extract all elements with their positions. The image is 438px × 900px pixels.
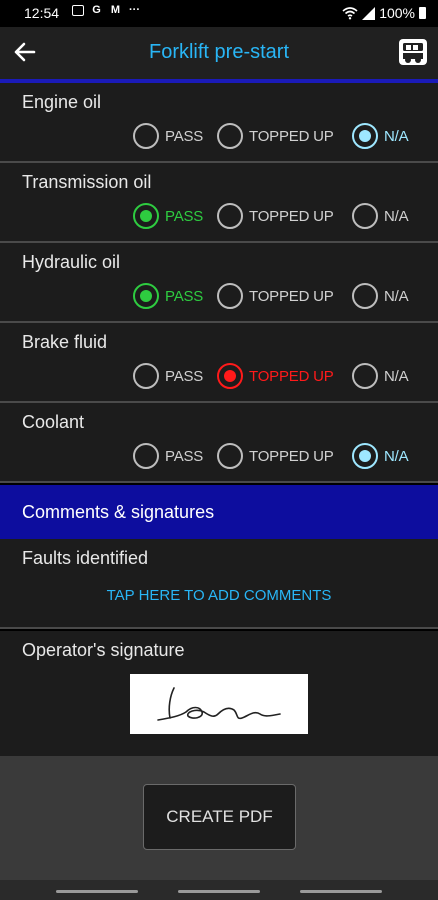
- radio-circle-icon: [217, 203, 243, 229]
- radio-circle-icon: [217, 443, 243, 469]
- radio-label: TOPPED UP: [249, 447, 334, 465]
- checklist-item-brake-fluid: Brake fluid PASS TOPPED UP N/A: [0, 323, 438, 403]
- radio-label: TOPPED UP: [249, 127, 334, 145]
- checklist-item-coolant: Coolant PASS TOPPED UP N/A: [0, 403, 438, 483]
- radio-circle-icon: [352, 283, 378, 309]
- status-right: 100%: [342, 5, 426, 21]
- radio-topped-up[interactable]: TOPPED UP: [217, 443, 334, 469]
- radio-na[interactable]: N/A: [352, 283, 409, 309]
- radio-circle-icon: [133, 203, 159, 229]
- app-bar: Forklift pre-start: [0, 27, 438, 79]
- item-label: Hydraulic oil: [22, 252, 121, 272]
- nav-recents-handle[interactable]: [56, 890, 138, 893]
- radio-label: TOPPED UP: [249, 287, 334, 305]
- radio-label: N/A: [384, 447, 409, 465]
- item-label: Transmission oil: [22, 172, 152, 192]
- radio-label: N/A: [384, 367, 409, 385]
- radio-label: PASS: [165, 367, 204, 385]
- radio-circle-icon: [352, 363, 378, 389]
- m-icon: M: [110, 4, 121, 16]
- forklift-icon: [399, 39, 427, 65]
- checklist: Engine oil PASS TOPPED UP N/A Transmissi…: [0, 83, 438, 483]
- clock: 12:54: [24, 5, 60, 21]
- battery-icon: [419, 7, 426, 19]
- radio-circle-icon: [217, 283, 243, 309]
- signature-label: Operator's signature: [22, 640, 185, 660]
- radio-circle-icon: [133, 123, 159, 149]
- signature-pad[interactable]: [130, 674, 308, 734]
- radio-label: TOPPED UP: [249, 207, 334, 225]
- checklist-item-transmission-oil: Transmission oil PASS TOPPED UP N/A: [0, 163, 438, 243]
- radio-pass[interactable]: PASS: [133, 283, 203, 309]
- radio-label: TOPPED UP: [249, 367, 334, 385]
- g-icon: G: [92, 4, 101, 16]
- radio-circle-icon: [352, 123, 378, 149]
- radio-topped-up[interactable]: TOPPED UP: [217, 123, 334, 149]
- gallery-icon: [72, 5, 84, 16]
- radio-circle-icon: [217, 123, 243, 149]
- signal-icon: [362, 6, 376, 20]
- radio-label: N/A: [384, 207, 409, 225]
- signature-drawing: [157, 687, 281, 721]
- radio-topped-up[interactable]: TOPPED UP: [217, 363, 334, 389]
- section-header: Comments & signatures: [0, 485, 438, 539]
- signature-panel: Operator's signature: [0, 631, 438, 756]
- item-label: Coolant: [22, 412, 85, 432]
- nav-home-handle[interactable]: [178, 890, 260, 893]
- wifi-icon: [342, 7, 358, 20]
- radio-label: PASS: [165, 287, 204, 305]
- forklift-menu-button[interactable]: [398, 37, 428, 67]
- add-comments-link[interactable]: TAP HERE TO ADD COMMENTS: [0, 587, 438, 604]
- radio-label: PASS: [165, 447, 204, 465]
- radio-label: N/A: [384, 127, 409, 145]
- item-label: Engine oil: [22, 92, 102, 112]
- create-pdf-button[interactable]: CREATE PDF: [143, 784, 296, 850]
- radio-na[interactable]: N/A: [352, 443, 409, 469]
- radio-pass[interactable]: PASS: [133, 363, 203, 389]
- radio-circle-icon: [352, 203, 378, 229]
- nav-back-handle[interactable]: [300, 890, 382, 893]
- radio-topped-up[interactable]: TOPPED UP: [217, 283, 334, 309]
- status-bar: 12:54 G M ··· 100%: [0, 0, 438, 27]
- more-icon: ···: [129, 4, 140, 16]
- radio-topped-up[interactable]: TOPPED UP: [217, 203, 334, 229]
- radio-circle-icon: [133, 443, 159, 469]
- radio-circle-icon: [352, 443, 378, 469]
- radio-label: N/A: [384, 287, 409, 305]
- radio-pass[interactable]: PASS: [133, 123, 203, 149]
- footer: CREATE PDF: [0, 756, 438, 880]
- item-label: Brake fluid: [22, 332, 108, 352]
- checklist-item-hydraulic-oil: Hydraulic oil PASS TOPPED UP N/A: [0, 243, 438, 323]
- radio-circle-icon: [133, 283, 159, 309]
- system-nav-bar: [0, 880, 438, 900]
- radio-pass[interactable]: PASS: [133, 203, 203, 229]
- radio-label: PASS: [165, 207, 204, 225]
- radio-circle-icon: [217, 363, 243, 389]
- radio-pass[interactable]: PASS: [133, 443, 203, 469]
- page-title: Forklift pre-start: [148, 41, 290, 63]
- radio-na[interactable]: N/A: [352, 203, 409, 229]
- status-icons: G M ···: [72, 4, 141, 17]
- radio-na[interactable]: N/A: [352, 123, 409, 149]
- faults-panel: Faults identified TAP HERE TO ADD COMMEN…: [0, 539, 438, 629]
- faults-label: Faults identified: [22, 548, 149, 568]
- radio-label: PASS: [165, 127, 204, 145]
- section-title: Comments & signatures: [22, 502, 215, 522]
- radio-na[interactable]: N/A: [352, 363, 409, 389]
- checklist-item-engine-oil: Engine oil PASS TOPPED UP N/A: [0, 83, 438, 163]
- battery-percent: 100%: [379, 5, 415, 21]
- radio-circle-icon: [133, 363, 159, 389]
